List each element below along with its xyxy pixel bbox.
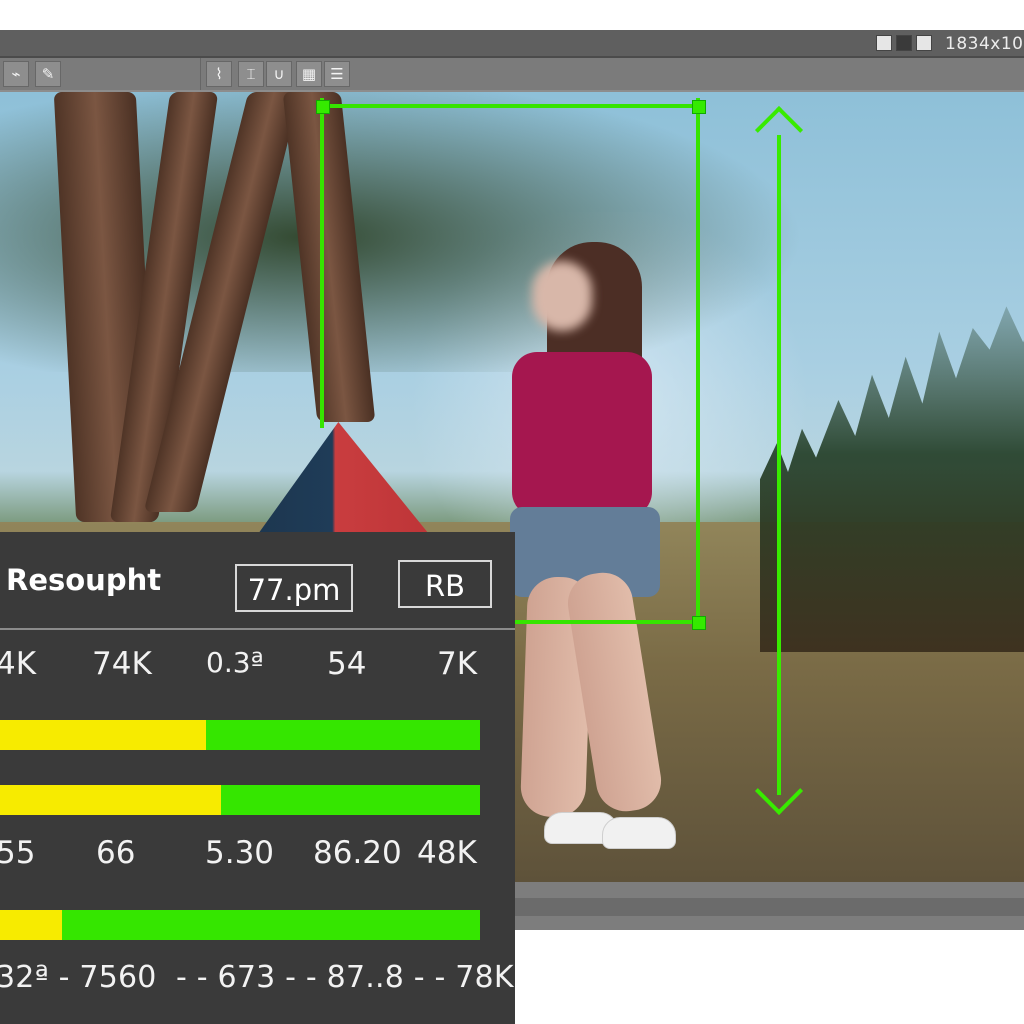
sneaker xyxy=(602,817,676,849)
window-controls xyxy=(876,35,932,51)
progress-fill xyxy=(0,910,63,940)
metric-strip: 32ª - 7560 - - 673 - - 87..8 - - 78K xyxy=(0,960,514,995)
toolbar-divider xyxy=(200,58,201,90)
selection-right-edge[interactable] xyxy=(696,98,700,628)
camera-icon[interactable] xyxy=(896,35,912,51)
titlebar xyxy=(0,30,1024,58)
metric-value: 5.30 xyxy=(205,835,275,871)
stack-icon[interactable]: ☰ xyxy=(324,61,350,87)
metric-value: 0.3ª xyxy=(206,646,264,679)
selection-top-edge[interactable] xyxy=(322,104,700,108)
metric-value: 74K xyxy=(92,646,152,682)
grid-small-icon[interactable] xyxy=(916,35,932,51)
panel-divider xyxy=(0,628,515,630)
progress-fill xyxy=(0,785,221,815)
canvas-dimensions: 1834x10 xyxy=(945,34,1024,54)
progress-bar xyxy=(0,910,480,940)
metric-value: 86.20 xyxy=(313,835,402,871)
metric-value: 7K xyxy=(437,646,478,682)
selection-handle[interactable] xyxy=(316,100,330,114)
grid-icon[interactable]: ▦ xyxy=(296,61,322,87)
progress-bar xyxy=(0,785,480,815)
metric-value: 48K xyxy=(417,835,477,871)
progress-fill xyxy=(0,720,207,750)
time-field[interactable]: 77.pm xyxy=(235,564,353,612)
selection-left-edge[interactable] xyxy=(320,98,324,428)
selection-bottom-edge[interactable] xyxy=(515,620,703,624)
progress-bar xyxy=(0,720,480,750)
canvas-bottom-inner xyxy=(515,898,1024,916)
u-tool-icon[interactable]: ∪ xyxy=(266,61,292,87)
height-guide-line[interactable] xyxy=(777,135,781,795)
pen-icon[interactable]: ✎ xyxy=(35,61,61,87)
person-figure[interactable] xyxy=(492,237,677,877)
person-face xyxy=(532,261,592,331)
mode-field[interactable]: RB xyxy=(398,560,492,608)
toolbar xyxy=(0,58,1024,90)
tool-icon[interactable]: ⌶ xyxy=(238,61,264,87)
window-square-icon[interactable] xyxy=(876,35,892,51)
metric-value: 66 xyxy=(96,835,136,871)
selection-handle[interactable] xyxy=(692,616,706,630)
panel-title: Resoupht xyxy=(6,563,162,597)
lamp-icon[interactable]: ⌇ xyxy=(206,61,232,87)
metric-value: 4K xyxy=(0,646,37,682)
person-top xyxy=(512,352,652,517)
metric-value: 54 xyxy=(327,646,367,682)
lasso-icon[interactable]: ⌁ xyxy=(3,61,29,87)
selection-handle[interactable] xyxy=(692,100,706,114)
metric-value: 55 xyxy=(0,835,36,871)
